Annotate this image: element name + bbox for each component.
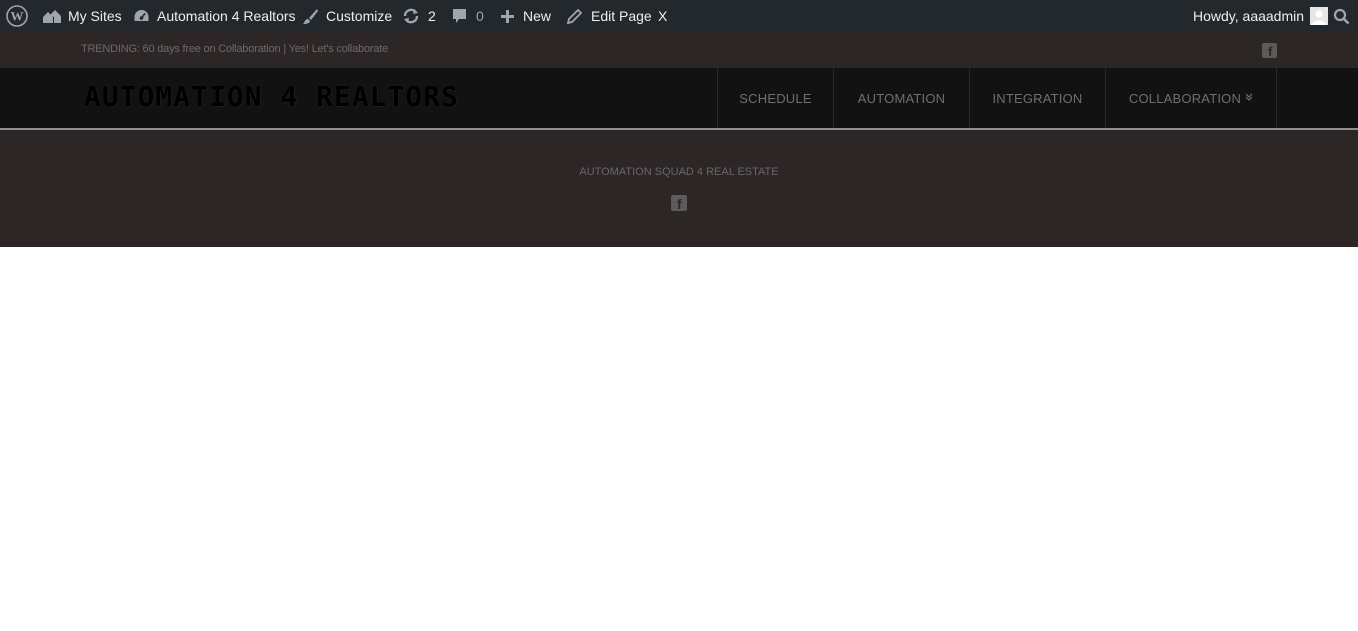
nav-item-label: INTEGRATION: [992, 90, 1083, 106]
new-content-menu[interactable]: New: [500, 0, 551, 32]
avatar: [1310, 7, 1329, 25]
nav-item-label: COLLABORATION: [1128, 90, 1242, 106]
edit-page-button[interactable]: Edit Page: [567, 0, 652, 32]
my-sites-menu[interactable]: My Sites: [42, 0, 122, 32]
site-name-label: Automation 4 Realtors: [157, 8, 296, 24]
nav-item-collaboration[interactable]: COLLABORATION: [1105, 68, 1276, 128]
nav-item-integration[interactable]: INTEGRATION: [969, 68, 1105, 128]
nav-item-schedule[interactable]: SCHEDULE: [717, 68, 833, 128]
comments-count: 0: [476, 8, 484, 24]
main-navigation: SCHEDULE AUTOMATION INTEGRATION COLLABOR…: [717, 68, 1277, 128]
search-icon: [1333, 8, 1350, 25]
site-name-menu[interactable]: Automation 4 Realtors: [133, 0, 296, 32]
top-info-bar: TRENDING: 60 days free on Collaboration …: [0, 32, 1358, 68]
chevron-down-icon: [1245, 93, 1253, 104]
new-label: New: [523, 8, 552, 24]
site-tagline: AUTOMATION SQUAD 4 REAL ESTATE: [579, 166, 779, 178]
facebook-icon[interactable]: f: [671, 195, 687, 212]
nav-item-label: AUTOMATION: [857, 90, 946, 106]
wordpress-icon: W: [6, 5, 28, 27]
comment-icon: [452, 8, 467, 24]
howdy-label: Howdy, aaaadmin: [1193, 8, 1305, 24]
account-menu[interactable]: Howdy, aaaadmin: [1193, 0, 1329, 32]
facebook-icon[interactable]: f: [1262, 43, 1277, 59]
plus-icon: [500, 9, 515, 24]
close-x-button[interactable]: X: [658, 0, 667, 32]
my-sites-icon: [42, 8, 62, 24]
svg-text:W: W: [11, 9, 24, 24]
paintbrush-icon: [302, 8, 319, 25]
site-logo[interactable]: AUTOMATION 4 REALTORS: [84, 80, 459, 113]
updates-button[interactable]: 2: [402, 0, 436, 32]
comments-button[interactable]: 0: [452, 0, 484, 32]
admin-bar: W My Sites Automation 4 Realtors Customi…: [0, 0, 1358, 32]
edit-page-label: Edit Page: [591, 8, 652, 24]
pencil-icon: [567, 8, 583, 24]
updates-count: 2: [428, 8, 436, 24]
nav-item-label: SCHEDULE: [739, 90, 812, 106]
close-x-label: X: [658, 8, 668, 24]
updates-icon: [402, 7, 420, 25]
search-button[interactable]: [1333, 0, 1350, 32]
dashboard-icon: [133, 8, 150, 24]
trending-text[interactable]: TRENDING: 60 days free on Collaboration …: [81, 43, 388, 55]
customize-button[interactable]: Customize: [302, 0, 392, 32]
my-sites-label: My Sites: [68, 8, 122, 24]
footer-band: [0, 130, 1358, 247]
customize-label: Customize: [326, 8, 393, 24]
wordpress-logo-button[interactable]: W: [6, 0, 28, 32]
nav-item-automation[interactable]: AUTOMATION: [833, 68, 969, 128]
